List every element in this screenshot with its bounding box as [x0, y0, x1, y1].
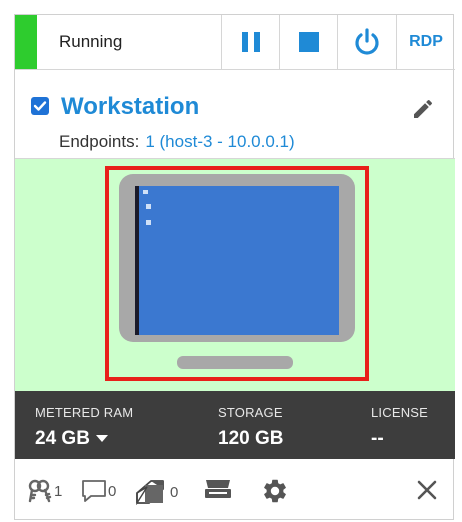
- comments-count: 0: [108, 482, 117, 500]
- pause-button[interactable]: [221, 15, 280, 69]
- comments-button[interactable]: 0: [81, 479, 116, 503]
- chevron-down-icon: [95, 435, 108, 443]
- tags-count: 0: [170, 483, 179, 501]
- vm-header: Workstation Endpoints: 1 (host-3 - 10.0.0…: [15, 70, 455, 159]
- keys-button[interactable]: 1: [27, 479, 62, 503]
- ram-dropdown[interactable]: 24 GB: [35, 428, 108, 450]
- license-value: --: [371, 428, 384, 449]
- comment-icon: [82, 480, 106, 502]
- stop-button[interactable]: [279, 15, 338, 69]
- power-icon: [355, 28, 379, 55]
- rdp-label: RDP: [409, 33, 443, 50]
- rdp-button[interactable]: RDP: [396, 15, 455, 69]
- vm-metrics-bar: METERED RAM 24 GB STORAGE 120 GB LICENSE…: [15, 391, 455, 459]
- ram-value: 24 GB: [35, 428, 90, 449]
- stop-icon: [299, 32, 319, 52]
- keys-icon: [28, 479, 52, 503]
- endpoints-label: Endpoints:: [59, 132, 140, 151]
- tag-icon: [136, 480, 164, 505]
- status-indicator: [15, 15, 37, 69]
- storage-tray-button[interactable]: [203, 477, 233, 501]
- drive-icon: [205, 480, 231, 498]
- storage-value: 120 GB: [218, 428, 284, 449]
- checkmark-icon: [33, 101, 47, 111]
- close-icon: [417, 480, 437, 500]
- close-button[interactable]: [416, 479, 438, 501]
- vm-preview-area: [15, 159, 455, 391]
- storage-label: STORAGE: [218, 405, 283, 420]
- gear-icon: [264, 479, 286, 503]
- keys-count: 1: [54, 482, 63, 500]
- tags-button[interactable]: 0: [135, 479, 178, 505]
- pencil-icon: [414, 99, 433, 118]
- vm-screen-thumbnail[interactable]: [105, 166, 369, 381]
- endpoints-row: Endpoints: 1 (host-3 - 10.0.0.1): [59, 132, 295, 152]
- vm-footer-toolbar: 1 0 0: [15, 459, 455, 520]
- edit-button[interactable]: [411, 97, 435, 121]
- vm-card: Running RDP Workstation Endpoints: 1 (ho…: [14, 14, 455, 520]
- vm-name[interactable]: Workstation: [61, 93, 199, 121]
- license-label: LICENSE: [371, 405, 429, 420]
- vm-status-bar: Running RDP: [15, 15, 455, 70]
- endpoints-link[interactable]: 1 (host-3 - 10.0.0.1): [145, 132, 294, 151]
- power-button[interactable]: [337, 15, 396, 69]
- monitor-icon: [119, 174, 355, 369]
- settings-button[interactable]: [261, 477, 289, 505]
- pause-icon: [242, 32, 260, 52]
- vm-select-checkbox[interactable]: [31, 97, 49, 115]
- ram-label: METERED RAM: [35, 405, 134, 420]
- status-label: Running: [59, 32, 123, 51]
